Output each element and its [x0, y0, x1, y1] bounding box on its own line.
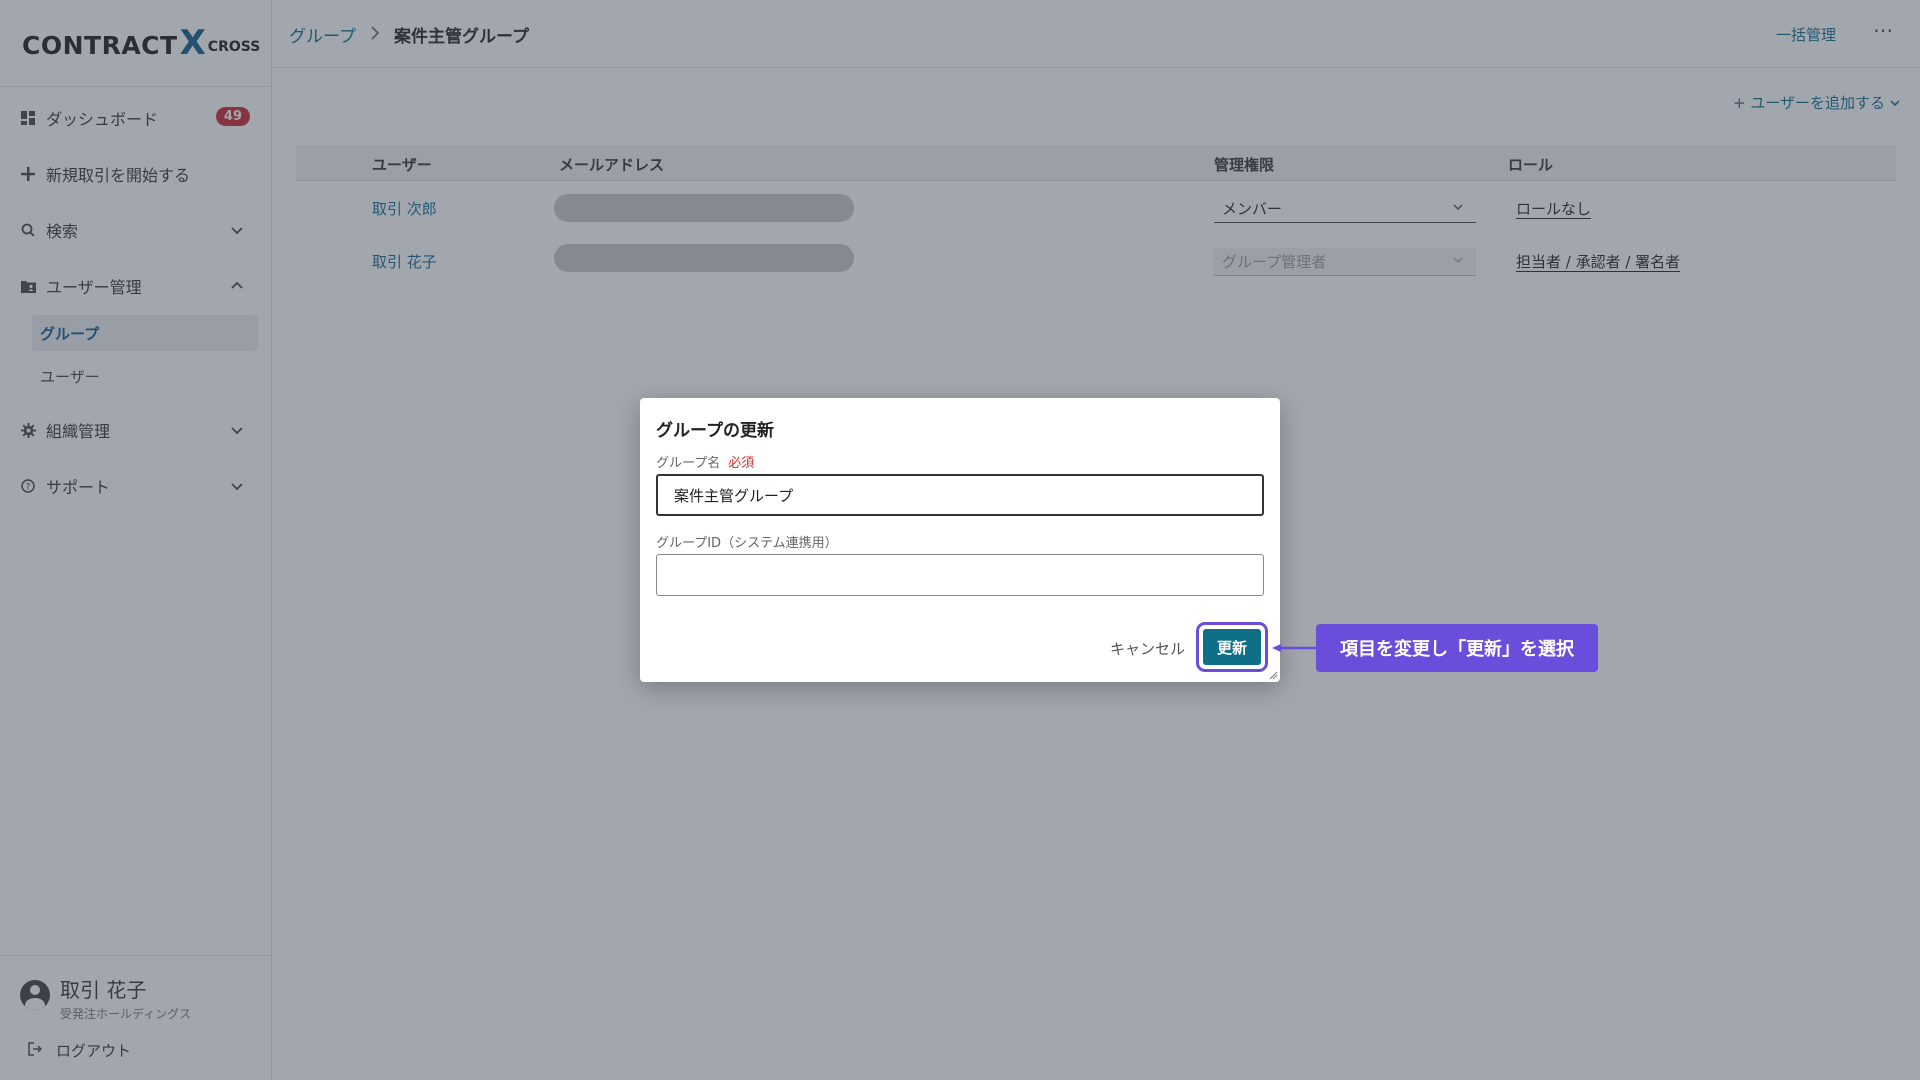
group-name-label: グループ名 必須 — [656, 452, 754, 471]
dialog-title: グループの更新 — [656, 421, 774, 441]
group-id-label: グループID（システム連携用） — [656, 536, 838, 551]
resize-handle-icon[interactable] — [1268, 670, 1278, 680]
field-label: グループ名 — [656, 456, 721, 471]
group-name-input[interactable]: 案件主管グループ — [656, 474, 1264, 516]
required-badge: 必須 — [728, 456, 755, 471]
callout-arrow-icon — [1272, 644, 1318, 652]
instruction-callout: 項目を変更し「更新」を選択 — [1316, 624, 1598, 672]
update-button[interactable]: 更新 — [1203, 629, 1261, 665]
cancel-button[interactable]: キャンセル — [1110, 638, 1185, 659]
group-id-input[interactable] — [656, 554, 1264, 596]
update-button-highlight: 更新 — [1196, 622, 1268, 672]
group-name-value: 案件主管グループ — [674, 486, 794, 505]
update-group-dialog: グループの更新 グループ名 必須 案件主管グループ グループID（システム連携用）… — [640, 398, 1280, 682]
